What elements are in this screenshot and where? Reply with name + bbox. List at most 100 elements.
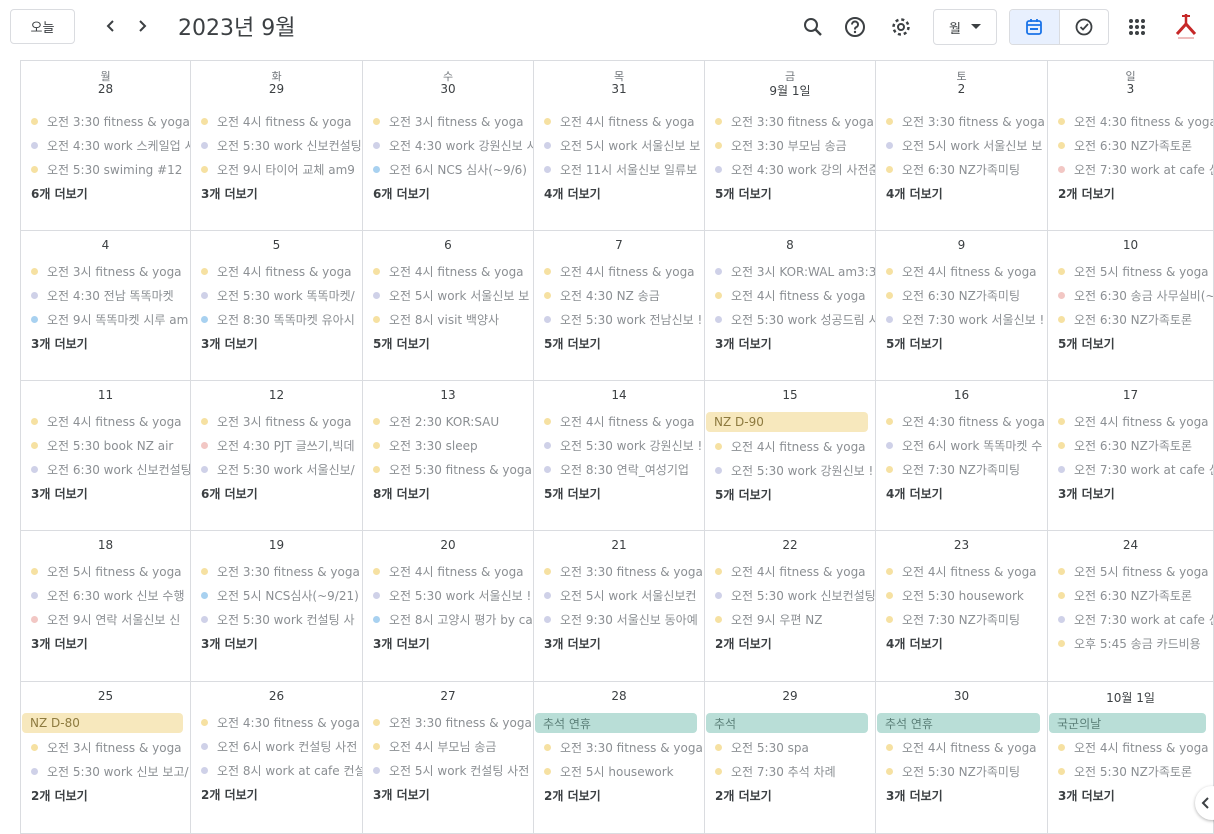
day-number[interactable]: 26 [191,689,362,703]
day-number[interactable]: 27 [363,689,533,703]
all-day-event[interactable]: 추석 [706,713,868,733]
event-item[interactable]: 오전 4:30 fitness & yoga [201,713,362,731]
day-cell[interactable]: 27 오전 3:30 fitness & yoga 오전 4시 부모님 송금 오전 5… [363,682,534,834]
event-item[interactable]: 오전 3시 fitness & yoga [31,738,190,756]
day-cell[interactable]: 17 오전 4시 fitness & yoga 오전 6:30 NZ가족토론 오전 7… [1048,381,1214,531]
event-item[interactable]: 오전 5시 work 서울신보컨 [544,586,704,604]
more-events-link[interactable]: 3개 더보기 [373,635,430,652]
day-cell[interactable]: 10 오전 5시 fitness & yoga 오전 6:30 송금 사무실비(~ 오… [1048,231,1214,381]
day-number[interactable]: 23 [876,538,1047,552]
event-item[interactable]: 오전 7:30 work at cafe 신 [1058,460,1213,478]
day-number[interactable]: 8 [705,238,875,252]
apps-button[interactable] [1120,10,1154,44]
event-item[interactable]: 오전 5시 fitness & yoga [31,562,190,580]
event-item[interactable]: 오전 3:30 fitness & yoga [886,112,1047,130]
event-item[interactable]: 오전 6:30 NZ가족토론 [1058,136,1213,154]
more-events-link[interactable]: 2개 더보기 [544,787,601,804]
event-item[interactable]: 오전 4시 fitness & yoga [715,286,875,304]
day-number[interactable]: 10 [1048,238,1213,252]
day-number[interactable]: 22 [705,538,875,552]
more-events-link[interactable]: 3개 더보기 [373,786,430,803]
day-cell[interactable]: 5 오전 4시 fitness & yoga 오전 5:30 work 똑똑마켓/오… [191,231,363,381]
event-item[interactable]: 오전 5:30 work 신보컨설팅 [201,136,362,154]
event-item[interactable]: 오전 6:30 NZ가족미팅 [886,160,1047,178]
event-item[interactable]: 오전 4시 부모님 송금 [373,737,533,755]
event-item[interactable]: 오전 4시 fitness & yoga [886,262,1047,280]
today-button[interactable]: 오늘 [10,9,75,44]
day-cell[interactable]: 21 오전 3:30 fitness & yoga 오전 5시 work 서울신보컨… [534,531,705,682]
more-events-link[interactable]: 6개 더보기 [201,485,258,502]
event-item[interactable]: 오전 3:30 부모님 송금 [715,136,875,154]
event-item[interactable]: 오전 4시 fitness & yoga [715,437,875,455]
day-number[interactable]: 18 [21,538,190,552]
event-item[interactable]: 오전 5:30 work 신보컨설팅 [715,586,875,604]
day-number[interactable]: 5 [191,238,362,252]
event-item[interactable]: 오전 6시 work 컨설팅 사전 [201,737,362,755]
event-item[interactable]: 오전 9시 타이어 교체 am9 [201,160,362,178]
event-item[interactable]: 오전 6:30 NZ가족토론 [1058,586,1213,604]
day-number[interactable]: 14 [534,388,704,402]
more-events-link[interactable]: 5개 더보기 [715,486,772,503]
more-events-link[interactable]: 5개 더보기 [1058,335,1115,352]
day-number[interactable]: 28 [534,689,704,703]
day-number[interactable]: 20 [363,538,533,552]
event-item[interactable]: 오전 3시 KOR:WAL am3:3 [715,262,875,280]
more-events-link[interactable]: 4개 더보기 [544,185,601,202]
day-cell[interactable]: 11 오전 4시 fitness & yoga 오전 5:30 book NZ ai… [20,381,191,531]
event-item[interactable]: 오전 5:30 work 성공드림 시 [715,310,875,328]
event-item[interactable]: 오전 4시 fitness & yoga [544,262,704,280]
more-events-link[interactable]: 3개 더보기 [886,787,943,804]
event-item[interactable]: 오전 8시 고양시 평가 by ca [373,610,533,628]
day-cell[interactable]: 13 오전 2:30 KOR:SAU 오전 3:30 sleep 오전 5:30 fi… [363,381,534,531]
event-item[interactable]: 오전 5:30 work 강원신보 ! [544,436,704,454]
event-item[interactable]: 오전 4:30 fitness & yoga [1058,112,1213,130]
event-item[interactable]: 오전 6:30 work 신보 수행 [31,586,190,604]
prev-month-button[interactable] [97,12,125,40]
search-button[interactable] [796,10,830,44]
event-item[interactable]: 오전 4:30 work 스케일업 시 [31,136,190,154]
event-item[interactable]: 오전 7:30 NZ가족미팅 [886,460,1047,478]
event-item[interactable]: 오전 9시 연락 서울신보 신 [31,610,190,628]
day-cell[interactable]: 19 오전 3:30 fitness & yoga 오전 5시 NCS심사(~9/2… [191,531,363,682]
more-events-link[interactable]: 3개 더보기 [201,185,258,202]
more-events-link[interactable]: 3개 더보기 [1058,787,1115,804]
day-cell[interactable]: 7 오전 4시 fitness & yoga 오전 4:30 NZ 송금 오전 5:3… [534,231,705,381]
more-events-link[interactable]: 4개 더보기 [886,185,943,202]
event-item[interactable]: 오전 3시 fitness & yoga [373,112,533,130]
day-number[interactable]: 15 [705,388,875,402]
event-item[interactable]: 오전 3:30 fitness & yoga [373,713,533,731]
next-month-button[interactable] [128,12,156,40]
event-item[interactable]: 오전 5:30 work 똑똑마켓/ [201,286,362,304]
event-item[interactable]: 오전 3:30 fitness & yoga [31,112,190,130]
event-item[interactable]: 오전 6시 NCS 심사(~9/6) [373,160,533,178]
event-item[interactable]: 오전 5:30 fitness & yoga [373,460,533,478]
day-number[interactable]: 31 [534,82,704,96]
event-item[interactable]: 오전 7:30 work at cafe 신 [1058,610,1213,628]
day-number[interactable]: 28 [21,82,190,96]
event-item[interactable]: 오전 9:30 서울신보 동아예 [544,610,704,628]
event-item[interactable]: 오전 8시 work at cafe 컨설 [201,761,362,779]
more-events-link[interactable]: 4개 더보기 [886,485,943,502]
all-day-event[interactable]: NZ D-90 [706,412,868,432]
day-number[interactable]: 6 [363,238,533,252]
day-cell[interactable]: 12 오전 3시 fitness & yoga 오전 4:30 PJT 글쓰기,빅데… [191,381,363,531]
more-events-link[interactable]: 3개 더보기 [1058,485,1115,502]
event-item[interactable]: 오전 3:30 sleep [373,436,533,454]
event-item[interactable]: 오전 4시 fitness & yoga [715,562,875,580]
day-cell[interactable]: 월 28 오전 3:30 fitness & yoga 오전 4:30 work 스케… [20,61,191,231]
more-events-link[interactable]: 2개 더보기 [715,635,772,652]
event-item[interactable]: 오전 4시 fitness & yoga [886,738,1047,756]
more-events-link[interactable]: 5개 더보기 [373,335,430,352]
event-item[interactable]: 오전 9시 우편 NZ [715,610,875,628]
event-item[interactable]: 오전 5:30 work 서울신보/ [201,460,362,478]
day-cell[interactable]: 일 3 오전 4:30 fitness & yoga 오전 6:30 NZ가족토론 오전… [1048,61,1214,231]
day-cell[interactable]: 화 29 오전 4시 fitness & yoga 오전 5:30 work 신보컨설… [191,61,363,231]
event-item[interactable]: 오전 4시 fitness & yoga [201,262,362,280]
event-item[interactable]: 오전 8:30 연락_여성기업 [544,460,704,478]
event-item[interactable]: 오전 5시 NCS심사(~9/21) [201,586,362,604]
more-events-link[interactable]: 2개 더보기 [715,787,772,804]
event-item[interactable]: 오전 11시 서울신보 일류보 [544,160,704,178]
event-item[interactable]: 오전 9시 똑똑마켓 시루 am [31,310,190,328]
event-item[interactable]: 오전 4시 fitness & yoga [31,412,190,430]
more-events-link[interactable]: 2개 더보기 [31,787,88,804]
